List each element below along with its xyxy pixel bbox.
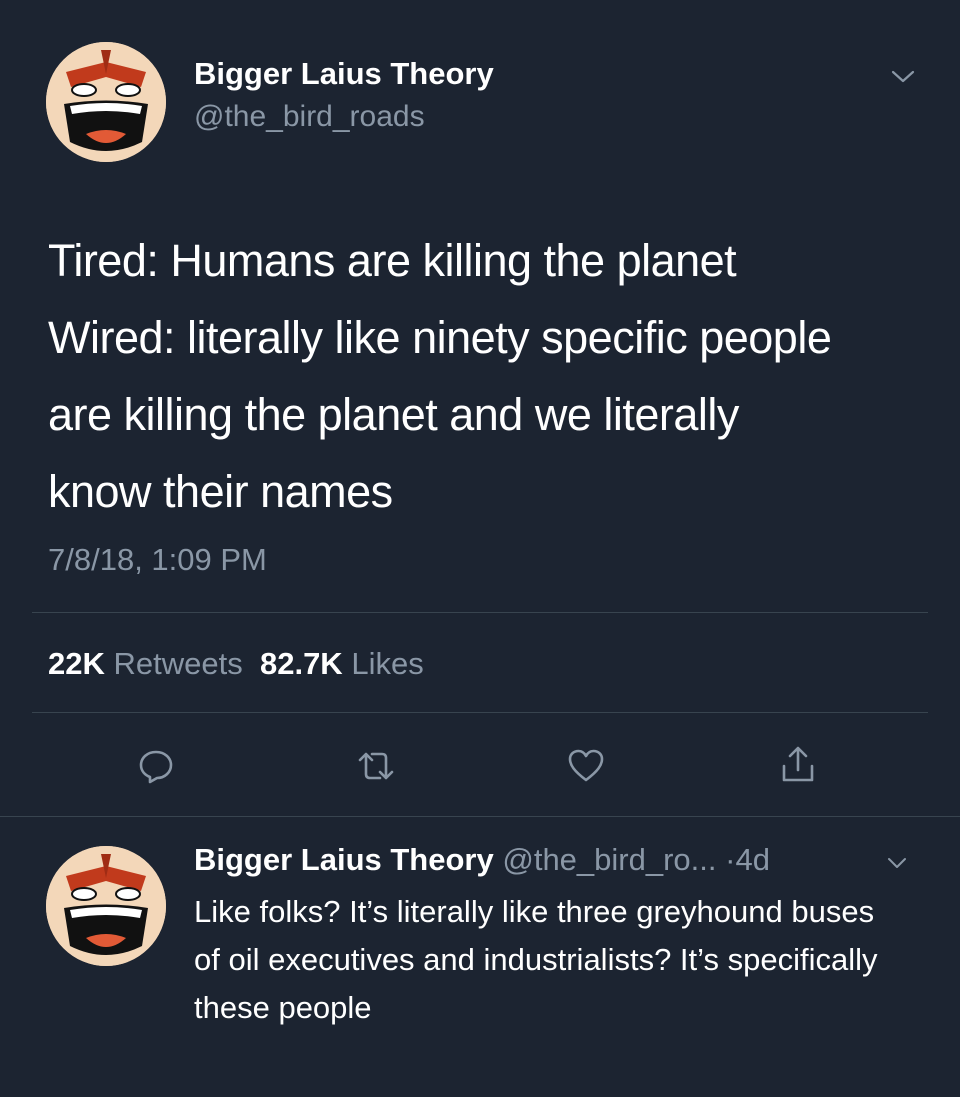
reply-handle[interactable]: @the_bird_ro...	[502, 842, 716, 877]
retweet-icon[interactable]	[354, 746, 394, 786]
engagement-stats: 22K Retweets 82.7K Likes	[48, 646, 424, 682]
display-name[interactable]: Bigger Laius Theory	[194, 56, 494, 92]
retweet-count: 22K	[48, 646, 105, 681]
heart-icon[interactable]	[566, 746, 606, 786]
reply-display-name[interactable]: Bigger Laius Theory	[194, 842, 494, 877]
tweet-timestamp[interactable]: 7/8/18, 1:09 PM	[48, 542, 267, 578]
like-label: Likes	[351, 646, 424, 681]
retweet-label: Retweets	[113, 646, 243, 681]
tweet-line: Tired: Humans are killing the planet	[48, 235, 737, 286]
like-count: 82.7K	[259, 646, 343, 681]
separator-dot: ·	[725, 842, 736, 877]
user-handle[interactable]: @the_bird_roads	[194, 100, 425, 134]
divider	[32, 712, 928, 713]
reply-chevron-down-icon[interactable]	[886, 854, 908, 872]
reply-icon[interactable]	[136, 746, 176, 786]
reply-header: Bigger Laius Theory @the_bird_ro... ·4d	[194, 842, 770, 878]
share-icon[interactable]	[778, 742, 818, 782]
tweet-text: Tired: Humans are killing the planet Wir…	[48, 222, 938, 530]
tweet-line: know their names	[48, 466, 393, 517]
tweet-line: are killing the planet and we literally	[48, 389, 739, 440]
retweet-count-link[interactable]: 22K Retweets	[48, 646, 243, 681]
divider	[32, 612, 928, 613]
reply-age[interactable]: 4d	[735, 842, 769, 877]
tweet-line: Wired: literally like ninety specific pe…	[48, 312, 832, 363]
reply-avatar[interactable]	[46, 846, 166, 966]
reply-text: Like folks? It’s literally like three gr…	[194, 894, 878, 1025]
like-count-link[interactable]: 82.7K Likes	[260, 646, 424, 681]
avatar[interactable]	[46, 42, 166, 162]
divider	[0, 816, 960, 817]
chevron-down-icon[interactable]	[890, 66, 916, 86]
